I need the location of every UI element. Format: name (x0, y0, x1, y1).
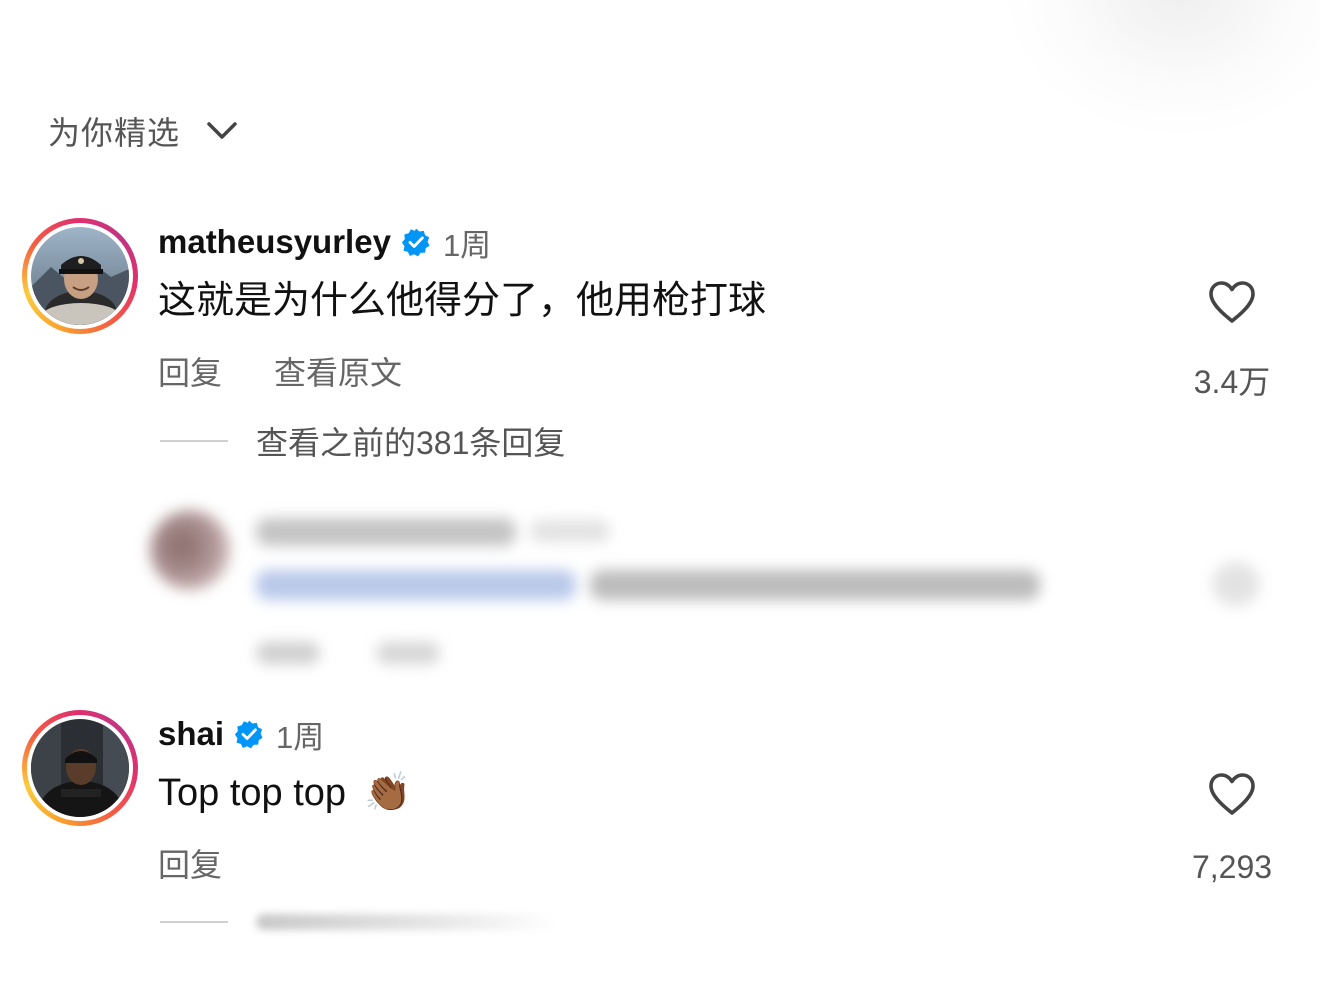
clapping-hands-emoji: 👏🏾 (364, 772, 412, 814)
username[interactable]: matheusyurley (158, 223, 391, 261)
sort-label: 为你精选 (48, 115, 181, 151)
avatar-story-ring[interactable] (22, 710, 138, 826)
comment-text-content: Top top top (158, 772, 347, 814)
avatar-story-ring[interactable] (22, 218, 138, 334)
avatar (31, 227, 129, 325)
comments-panel: 为你精选 matheusyurley 1周 这就是为什么他得分了，他用枪打球 回… (0, 0, 1320, 990)
view-original-button[interactable]: 查看原文 (274, 348, 402, 394)
avatar (31, 719, 129, 817)
like-count: 3.4万 (1193, 364, 1271, 400)
more-replies-row[interactable] (160, 914, 556, 930)
comment-text: Top top top 👏🏾 (158, 768, 1158, 818)
like-group: 3.4万 (1162, 280, 1302, 403)
top-shadow-decoration (1000, 0, 1320, 140)
like-count: 7,293 (1191, 849, 1273, 885)
heart-icon[interactable] (1162, 772, 1302, 821)
comment-item: matheusyurley 1周 这就是为什么他得分了，他用枪打球 回复 查看原… (22, 218, 1302, 400)
avatar (150, 510, 230, 590)
heart-icon[interactable] (1162, 280, 1302, 329)
like-group: 7,293 (1162, 772, 1302, 886)
username[interactable]: shai (158, 715, 224, 753)
divider-line (160, 921, 228, 923)
sort-dropdown[interactable]: 为你精选 (48, 108, 238, 154)
comment-text-content: 这就是为什么他得分了，他用枪打球 (158, 280, 767, 322)
reply-button[interactable]: 回复 (158, 348, 222, 394)
comment-time: 1周 (276, 719, 325, 755)
blurred-replies-label (256, 914, 556, 930)
view-previous-replies-button[interactable]: 查看之前的381条回复 (160, 418, 565, 464)
reply-button[interactable]: 回复 (158, 840, 222, 886)
verified-badge-icon (401, 227, 431, 257)
comment-item: shai 1周 Top top top 👏🏾 回复 7,293 (22, 710, 1302, 890)
view-replies-label: 查看之前的381条回复 (256, 425, 566, 461)
comment-time: 1周 (442, 227, 492, 263)
blurred-reply (150, 500, 1280, 690)
divider-line (160, 440, 228, 442)
comment-text: 这就是为什么他得分了，他用枪打球 (158, 276, 1158, 326)
verified-badge-icon (234, 719, 264, 749)
chevron-down-icon (206, 120, 238, 142)
